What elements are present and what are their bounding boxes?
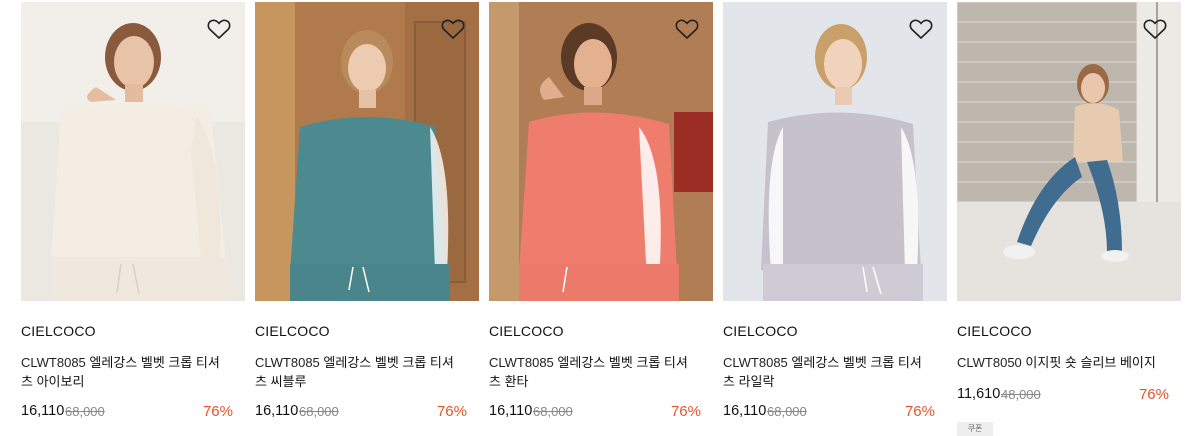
model-photo <box>957 2 1181 301</box>
sale-price: 11,610 <box>957 386 1001 402</box>
product-card[interactable]: CIELCOCO CLWT8085 엘레강스 벨벳 크롭 티셔츠 아이보리 <box>21 2 245 393</box>
heart-outline-icon[interactable] <box>1143 18 1167 40</box>
discount-rate: 76% <box>1138 386 1169 403</box>
product-image[interactable] <box>957 2 1181 301</box>
discount-rate: 76% <box>202 403 233 420</box>
discount-rate: 76% <box>436 403 467 420</box>
brand-name: CIELCOCO <box>957 323 1032 339</box>
model-photo <box>255 2 479 301</box>
coupon-badge: 쿠폰 <box>957 422 993 436</box>
brand-name: CIELCOCO <box>489 323 564 339</box>
brand-name: CIELCOCO <box>723 323 798 339</box>
discount-rate: 76% <box>670 403 701 420</box>
product-card[interactable]: CIELCOCO CLWT8085 엘레강스 벨벳 크롭 티셔츠 환타 <box>489 2 713 393</box>
original-price: 68,000 <box>767 404 807 419</box>
product-image[interactable] <box>723 2 947 301</box>
product-code: CLWT8085 <box>21 355 86 370</box>
product-card[interactable]: CIELCOCO CLWT8085 엘레강스 벨벳 크롭 티셔츠 씨블루 <box>255 2 479 393</box>
sale-price: 16,110 <box>255 403 299 419</box>
model-photo <box>723 2 947 301</box>
sale-price: 16,110 <box>723 403 767 419</box>
brand-name: CIELCOCO <box>21 323 96 339</box>
product-code: CLWT8085 <box>723 355 788 370</box>
heart-outline-icon[interactable] <box>909 18 933 40</box>
product-code: CLWT8085 <box>255 355 320 370</box>
product-code: CLWT8050 <box>957 355 1022 370</box>
sale-price: 16,110 <box>489 403 533 419</box>
product-image[interactable] <box>489 2 713 301</box>
product-name: 이지핏 숏 슬리브 베이지 <box>1025 355 1156 370</box>
original-price: 68,000 <box>299 404 339 419</box>
discount-rate: 76% <box>904 403 935 420</box>
brand-name: CIELCOCO <box>255 323 330 339</box>
product-title[interactable]: CLWT8085 엘레강스 벨벳 크롭 티셔츠 환타 <box>489 353 694 393</box>
price-row: 11,610 48,000 76% <box>957 386 1169 406</box>
product-image[interactable] <box>255 2 479 301</box>
model-photo <box>489 2 713 301</box>
price-row: 16,110 68,000 76% <box>723 403 935 423</box>
product-card[interactable]: CIELCOCO CLWT8085 엘레강스 벨벳 크롭 티셔츠 라일락 <box>723 2 947 393</box>
heart-outline-icon[interactable] <box>207 18 231 40</box>
heart-outline-icon[interactable] <box>441 18 465 40</box>
price-row: 16,110 68,000 76% <box>489 403 701 423</box>
product-title[interactable]: CLWT8085 엘레강스 벨벳 크롭 티셔츠 씨블루 <box>255 353 460 393</box>
original-price: 48,000 <box>1001 387 1041 402</box>
sale-price: 16,110 <box>21 403 65 419</box>
product-card[interactable]: CIELCOCO CLWT8050 이지핏 숏 슬리브 베이지 <box>957 2 1181 393</box>
product-title[interactable]: CLWT8085 엘레강스 벨벳 크롭 티셔츠 라일락 <box>723 353 928 393</box>
heart-outline-icon[interactable] <box>675 18 699 40</box>
product-title[interactable]: CLWT8085 엘레강스 벨벳 크롭 티셔츠 아이보리 <box>21 353 226 393</box>
price-row: 16,110 68,000 76% <box>21 403 233 423</box>
original-price: 68,000 <box>533 404 573 419</box>
model-photo <box>21 2 245 301</box>
product-code: CLWT8085 <box>489 355 554 370</box>
product-image[interactable] <box>21 2 245 301</box>
price-row: 16,110 68,000 76% <box>255 403 467 423</box>
original-price: 68,000 <box>65 404 105 419</box>
